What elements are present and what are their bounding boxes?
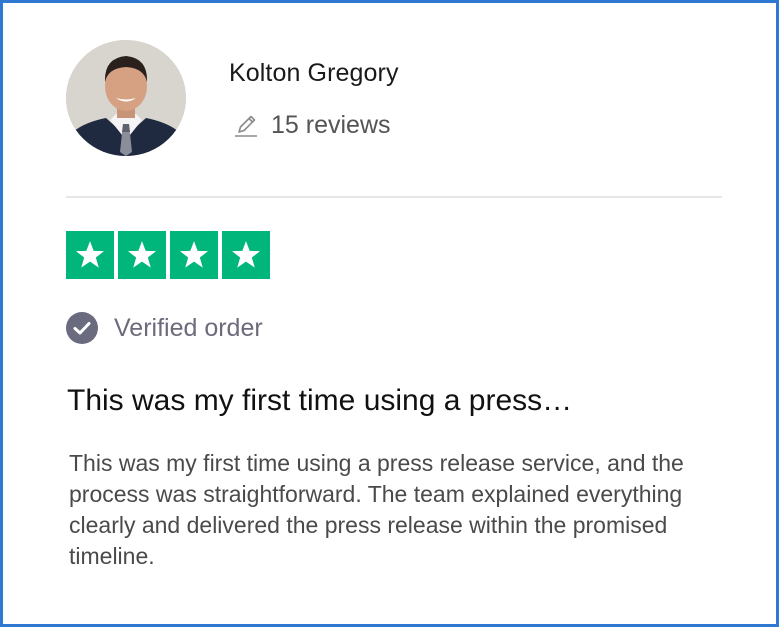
star-icon <box>66 231 114 279</box>
reviewer-name[interactable]: Kolton Gregory <box>229 59 399 88</box>
star-rating <box>66 231 270 279</box>
star-icon <box>222 231 270 279</box>
star-icon <box>170 231 218 279</box>
verified-label: Verified order <box>114 313 263 342</box>
verified-badge: Verified order <box>66 312 263 344</box>
pencil-icon <box>235 115 257 137</box>
star-icon <box>118 231 166 279</box>
avatar[interactable] <box>66 40 186 156</box>
review-count-row: 15 reviews <box>233 111 391 140</box>
verified-check-icon <box>66 312 98 344</box>
review-card: Kolton Gregory 15 reviews Verified order… <box>0 0 779 627</box>
review-count: 15 reviews <box>271 111 391 139</box>
review-body: This was my first time using a press rel… <box>69 450 684 569</box>
review-title[interactable]: This was my first time using a press… <box>67 384 572 418</box>
divider <box>66 196 722 198</box>
